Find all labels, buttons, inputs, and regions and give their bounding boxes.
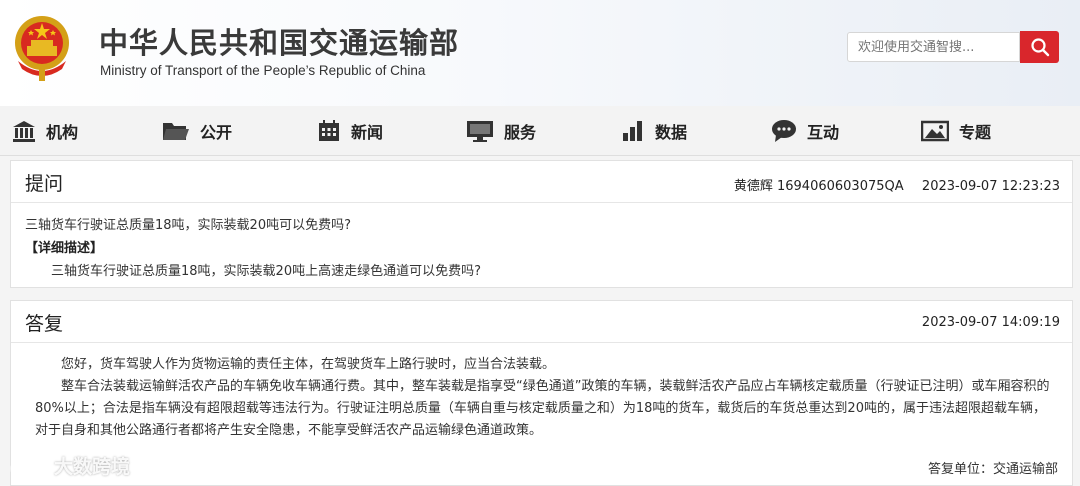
- nav-item-service[interactable]: 服务: [466, 106, 536, 156]
- answer-header: 答复 2023-09-07 14:09:19: [11, 301, 1072, 343]
- question-time: 2023-09-07 12:23:23: [921, 179, 1060, 194]
- asker-name: 黄德辉 1694060603075QA: [733, 179, 904, 194]
- monitor-icon: [467, 121, 493, 142]
- question-text: 三轴货车行驶证总质量18吨，实际装载20吨可以免费吗?: [25, 218, 351, 233]
- nav-label: 服务: [504, 123, 537, 142]
- question-header: 提问 黄德辉 1694060603075QA 2023-09-07 12:23:…: [11, 161, 1072, 203]
- building-icon: [13, 121, 35, 142]
- site-header: 中华人民共和国交通运输部 Ministry of Transport of th…: [0, 0, 1080, 106]
- nav-label: 专题: [959, 123, 992, 142]
- chat-icon: [772, 120, 796, 142]
- question-heading: 提问: [25, 173, 64, 195]
- nav-label: 互动: [807, 123, 840, 142]
- search-icon: [1030, 38, 1049, 57]
- nav-item-org[interactable]: 机构: [12, 106, 78, 156]
- answer-unit: 答复单位：交通运输部: [927, 462, 1058, 477]
- folder-icon: [163, 123, 189, 140]
- nav-label: 公开: [200, 123, 233, 142]
- detail-text: 三轴货车行驶证总质量18吨，实际装载20吨上高速走绿色通道可以免费吗?: [51, 264, 481, 279]
- national-emblem-icon: [15, 16, 69, 81]
- nav-item-news[interactable]: 新闻: [317, 106, 383, 156]
- picture-icon: [921, 120, 949, 142]
- nav-item-data[interactable]: 数据: [621, 106, 687, 156]
- answer-panel: 答复 2023-09-07 14:09:19 您好，货车驾驶人作为货物运输的责任…: [10, 300, 1073, 486]
- nav-label: 机构: [46, 123, 79, 142]
- watermark-text: 大数跨境: [54, 456, 131, 478]
- question-meta: 黄德辉 1694060603075QA 2023-09-07 12:23:23: [734, 175, 1060, 194]
- site-title-cn: 中华人民共和国交通运输部: [99, 26, 460, 60]
- search-button[interactable]: [1020, 31, 1059, 63]
- main-nav: 机构 公开 新闻 服务 数据 互动 专题: [0, 106, 1080, 156]
- watermark: 大数跨境: [8, 452, 130, 479]
- bar-chart-icon: [623, 121, 642, 141]
- calendar-icon: [319, 120, 339, 141]
- nav-item-topic[interactable]: 专题: [921, 106, 991, 156]
- detail-label: 【详细描述】: [25, 241, 104, 256]
- question-panel: 提问 黄德辉 1694060603075QA 2023-09-07 12:23:…: [10, 160, 1073, 288]
- watermark-logo-icon: [10, 457, 47, 472]
- answer-paragraph: 您好，货车驾驶人作为货物运输的责任主体，在驾驶货车上路行驶时，应当合法装载。: [61, 357, 556, 372]
- nav-label: 数据: [655, 123, 688, 142]
- nav-label: 新闻: [351, 123, 384, 142]
- answer-time: 2023-09-07 14:09:19: [921, 315, 1060, 330]
- answer-paragraph: 整车合法装载运输鲜活农产品的车辆免收车辆通行费。其中，整车装载是指享受“绿色通道…: [35, 379, 1050, 438]
- nav-item-open[interactable]: 公开: [162, 106, 232, 156]
- nav-item-interact[interactable]: 互动: [771, 106, 839, 156]
- site-title-en: Ministry of Transport of the People’s Re…: [100, 63, 426, 78]
- search-input[interactable]: [847, 32, 1020, 62]
- answer-heading: 答复: [25, 313, 64, 335]
